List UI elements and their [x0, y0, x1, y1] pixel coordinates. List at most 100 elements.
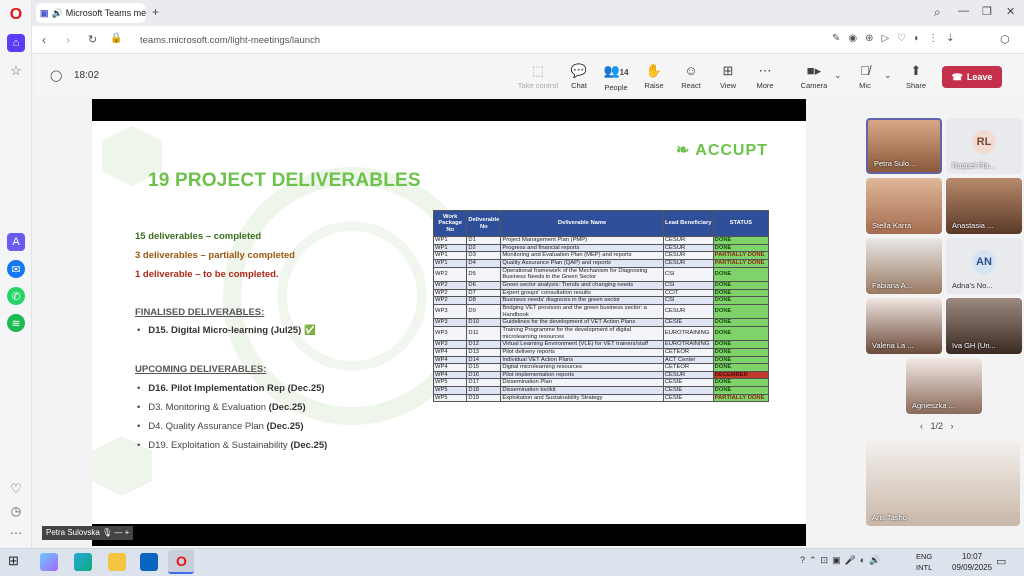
clock[interactable]: 10:07 09/09/2025	[952, 551, 992, 573]
table-cell: D9	[466, 303, 502, 320]
lock-icon[interactable]: 🔒	[110, 33, 122, 44]
table-cell: WP5	[432, 393, 468, 403]
table-cell: D7	[466, 288, 502, 298]
table-cell: WP1	[432, 236, 468, 245]
participant-tile[interactable]: Agnieszka ...	[906, 358, 982, 414]
participant-tile[interactable]: AN Adna's No...	[946, 238, 1022, 294]
table-cell: CESIE	[662, 393, 714, 403]
url-field[interactable]: teams.microsoft.com/light-meetings/launc…	[140, 35, 320, 46]
tab-strip	[32, 0, 1024, 26]
chevron-right-icon[interactable]: ›	[951, 421, 954, 431]
reload-icon[interactable]: ↻	[88, 33, 97, 46]
add-icon[interactable]: +	[125, 528, 130, 537]
outlook-icon[interactable]	[140, 553, 158, 571]
bookmarks-star-icon[interactable]: ☆	[7, 62, 25, 80]
whatsapp-icon[interactable]: ✆	[7, 287, 25, 305]
aria-icon[interactable]: A	[7, 233, 25, 251]
address-bar-tools[interactable]: ✎◉⊕▷♡◐⋮⇣	[832, 33, 963, 44]
participant-tile[interactable]: Stella Karra	[866, 178, 942, 234]
table-cell: CESUR	[662, 303, 714, 320]
table-cell: WP1	[432, 251, 468, 260]
table-header-cell[interactable]: Deliverable Name	[500, 210, 664, 237]
participant-pager[interactable]: ‹ 1/2 ›	[920, 421, 954, 431]
system-tray-icons[interactable]: ?⌃⊡▣🎤◐🔊	[800, 555, 884, 566]
restore-icon[interactable]: ❐	[982, 5, 992, 18]
more-dots-icon[interactable]: ⋯	[7, 524, 25, 542]
share-button[interactable]: ⬆ Share	[894, 64, 938, 91]
upcoming-item: • D19. Exploitation & Sustainability (De…	[137, 440, 328, 451]
mic-button[interactable]: 🎙̸ Mic	[843, 64, 887, 91]
table-cell: CESUR	[662, 236, 714, 245]
table-cell: CETEOR	[662, 363, 714, 372]
leave-button[interactable]: ☎ Leave	[942, 66, 1002, 88]
table-cell: D15	[466, 363, 502, 372]
back-icon[interactable]: ‹	[42, 33, 46, 47]
table-cell: CESIE	[662, 318, 714, 327]
upcoming-item: • D4. Quality Assurance Plan (Dec.25)	[137, 421, 304, 432]
camera-icon: ■▸	[806, 63, 822, 78]
table-row: WP2 D8 Business needs' diagnosis in the gr…	[432, 296, 770, 305]
camera-options-chevron-icon[interactable]: ⌄	[834, 70, 842, 81]
take-control-icon: ⬚	[531, 63, 545, 78]
language-indicator[interactable]: ENG INTL	[916, 551, 932, 573]
table-header-cell[interactable]: Work Package No	[432, 210, 468, 237]
table-cell: Operational framework of the Mechanism f…	[500, 266, 664, 282]
upcoming-heading: UPCOMING DELIVERABLES:	[135, 364, 267, 375]
status-cell: DONE	[712, 296, 770, 305]
speaker-icon: 🔊	[51, 7, 63, 18]
table-cell: CETEOR	[662, 347, 714, 357]
table-row: WP1 D1 Project Management Plan (PMP) CESUR D…	[432, 236, 770, 245]
spotify-icon[interactable]: ≋	[7, 314, 25, 332]
camera-button[interactable]: ■▸ Camera	[792, 63, 836, 91]
search-icon[interactable]: ⌕	[934, 5, 941, 20]
status-cell: DONE	[712, 355, 770, 365]
self-view-tile[interactable]: Aris Tasho	[866, 440, 1020, 526]
table-header-cell[interactable]: STATUS	[712, 210, 770, 237]
participant-tile[interactable]: Anastasia ...	[946, 178, 1022, 234]
home-icon[interactable]: ⌂	[7, 34, 25, 52]
participant-tile[interactable]: RL Raquel Pla...	[946, 118, 1022, 174]
extensions-icon[interactable]: ⬡	[1000, 33, 1010, 46]
chevron-left-icon[interactable]: ‹	[920, 421, 923, 431]
more-button[interactable]: ⋯ More	[743, 64, 787, 91]
table-cell: WP2	[432, 266, 468, 282]
teams-icon: ▣	[40, 7, 49, 18]
mic-options-chevron-icon[interactable]: ⌄	[884, 70, 892, 81]
table-cell: CSI	[662, 266, 714, 282]
table-row: WP4 D14 Individual VET Action Plans ACT Cen…	[432, 355, 770, 365]
messenger-icon[interactable]: ✉	[7, 260, 25, 278]
heart-icon[interactable]: ♡	[7, 480, 25, 498]
file-explorer-icon[interactable]	[108, 553, 126, 571]
opera-logo-icon[interactable]: O	[7, 6, 25, 24]
copilot-icon[interactable]	[40, 553, 58, 571]
minimize-icon[interactable]: —	[958, 5, 969, 17]
table-row: WP2 D5 Operational framework of the Mechan…	[432, 266, 770, 282]
table-row: WP5 D19 Exploitation and Sustainability St…	[432, 393, 770, 403]
table-cell: D5	[466, 266, 502, 282]
finalised-heading: FINALISED DELIVERABLES:	[135, 307, 265, 318]
windows-start-icon[interactable]: ⊞	[8, 553, 26, 571]
participant-tile[interactable]: Fabiana A...	[866, 238, 942, 294]
summary-partial: 3 deliverables – partially completed	[135, 250, 295, 261]
tab-teams[interactable]: ▣ 🔊 Microsoft Teams meet ✕	[36, 3, 146, 23]
take-control-button[interactable]: ⬚ Take control	[516, 63, 560, 91]
table-cell: Individual VET Action Plans	[500, 355, 664, 365]
table-row: WP1 D4 Quality Assurance Plan (QAP) and re…	[432, 258, 770, 268]
table-cell: WP4	[432, 355, 468, 365]
edge-icon[interactable]	[74, 553, 92, 571]
table-cell: CSI	[662, 280, 714, 290]
mic-icon: 🎙	[102, 528, 113, 537]
table-header-cell[interactable]: Lead Beneficiary	[662, 210, 714, 237]
participant-tile[interactable]: Petra Sulo...	[866, 118, 942, 174]
status-cell: DECEMBER	[712, 370, 770, 380]
close-window-icon[interactable]: ✕	[1006, 5, 1015, 18]
new-tab-button[interactable]: +	[152, 5, 159, 19]
history-icon[interactable]: ◷	[7, 502, 25, 520]
participant-tile[interactable]: Valeria La ...	[866, 298, 942, 354]
forward-icon[interactable]: ›	[66, 33, 70, 47]
table-row: WP2 D7 Expert groups' consultation results…	[432, 288, 770, 298]
notifications-icon[interactable]: ▭	[996, 555, 1006, 568]
table-header-cell[interactable]: Deliverable No	[466, 210, 502, 237]
participant-tile[interactable]: Iva GH (Un...	[946, 298, 1022, 354]
meeting-timer: 18:02	[74, 70, 100, 81]
